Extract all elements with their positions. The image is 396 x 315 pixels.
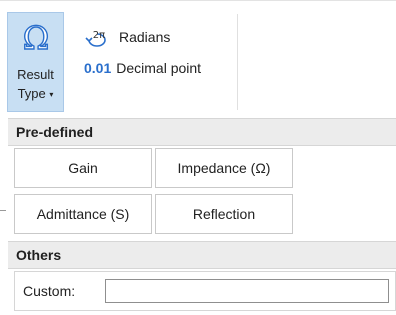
decimal-point-button[interactable]: 0.01 Decimal point: [84, 58, 201, 78]
ribbon-separator: [237, 14, 238, 110]
gain-option-button[interactable]: Gain: [14, 148, 152, 188]
result-type-label-line1: Result: [17, 67, 54, 82]
impedance-option-button[interactable]: Impedance (Ω): [155, 148, 293, 188]
radians-icon: 2π: [85, 30, 106, 47]
ribbon-top-border: [0, 0, 396, 1]
decimal-point-icon: 0.01: [84, 60, 112, 76]
chevron-down-icon: ▾: [49, 90, 54, 100]
result-type-label-line2: Type ▾: [8, 84, 63, 104]
custom-label: Custom:: [23, 283, 76, 299]
reflection-option-button[interactable]: Reflection: [155, 194, 293, 234]
radians-icon-text: 2π: [93, 30, 105, 41]
predefined-section-header: Pre-defined: [8, 118, 396, 146]
svg-text:Ω: Ω: [23, 19, 50, 55]
result-type-dropdown: Pre-defined Gain Impedance (Ω) Admittanc…: [8, 115, 396, 315]
angle-unit-label: Radians: [119, 29, 171, 45]
result-type-label-text: Type: [17, 86, 46, 101]
ribbon: Ω Result Type ▾ 2π Radians 0.01 Decimal …: [0, 0, 396, 114]
result-type-label: Result Type ▾: [8, 65, 63, 104]
decimal-point-label: Decimal point: [116, 60, 202, 76]
custom-input[interactable]: [105, 279, 389, 303]
angle-unit-toggle[interactable]: 2π Radians: [84, 27, 170, 47]
others-section-header: Others: [8, 241, 396, 269]
result-type-button[interactable]: Ω Result Type ▾: [7, 12, 64, 112]
admittance-option-button[interactable]: Admittance (S): [14, 194, 152, 234]
omega-icon: Ω: [22, 19, 50, 55]
custom-row: Custom:: [14, 271, 396, 311]
background-divider: [0, 210, 6, 211]
